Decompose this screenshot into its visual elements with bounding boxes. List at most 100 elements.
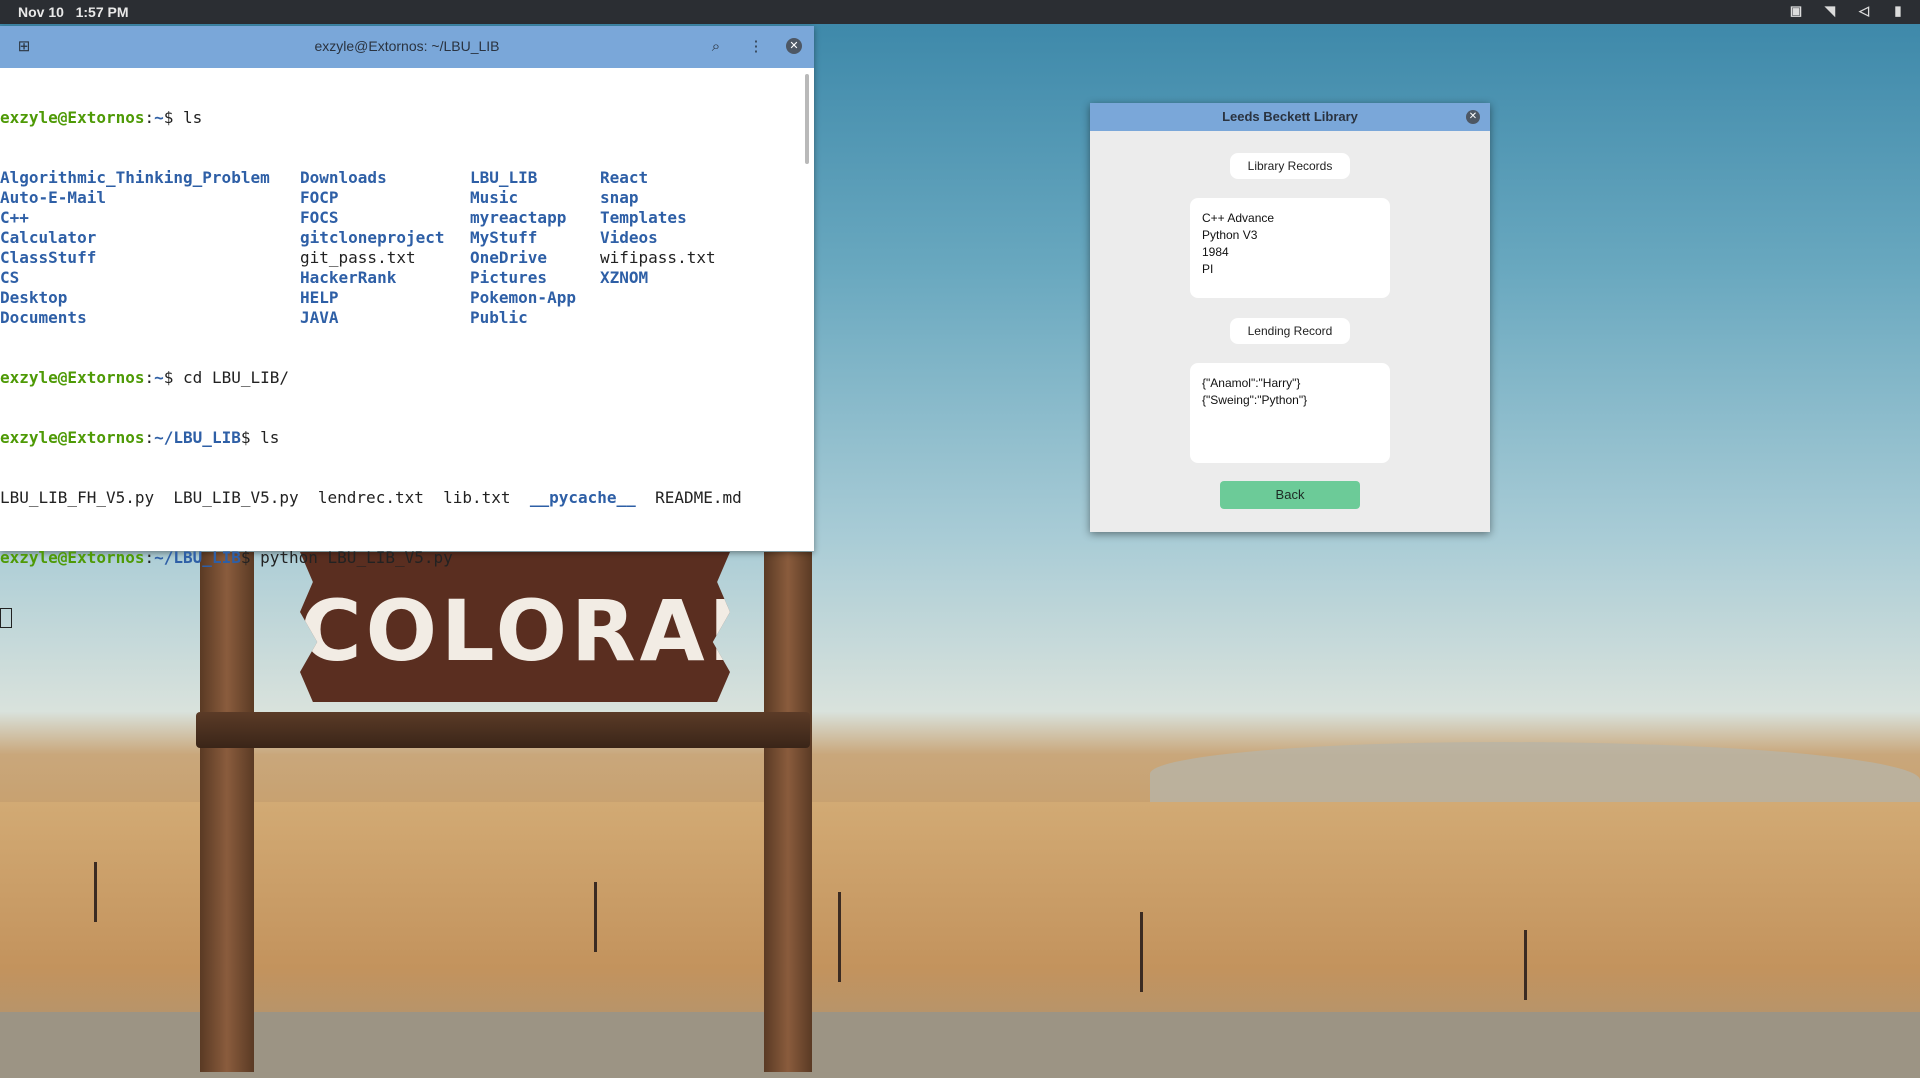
search-icon[interactable]: ⌕ — [704, 35, 728, 59]
directory-entry: XZNOM — [600, 268, 649, 287]
file-entry: git_pass.txt — [300, 248, 416, 267]
fence-post — [594, 882, 597, 952]
command-text: ls — [183, 108, 203, 127]
prompt-path: ~/LBU_LIB — [154, 428, 241, 447]
terminal-cursor-line — [0, 608, 800, 629]
ls-row: Calculator gitcloneproject MyStuff Videos — [0, 228, 800, 248]
library-titlebar[interactable]: Leeds Beckett Library ✕ — [1090, 103, 1490, 131]
directory-entry: Downloads — [300, 168, 387, 187]
ls-row: C++ FOCS myreactapp Templates — [0, 208, 800, 228]
command-text: cd LBU_LIB/ — [183, 368, 290, 387]
terminal-titlebar[interactable]: ⊞ exzyle@Extornos: ~/LBU_LIB ⌕ ⋮ ✕ — [0, 26, 814, 68]
command-text: python LBU_LIB_V5.py — [260, 548, 453, 567]
terminal-output[interactable]: exzyle@Extornos:~$ ls Algorithmic_Thinki… — [0, 68, 800, 628]
wallpaper-gravel — [0, 1012, 1920, 1078]
directory-entry: Pictures — [470, 268, 548, 287]
directory-entry: FOCS — [300, 208, 339, 227]
top-panel: Nov 10 1:57 PM ▣ ◥ ◁ ▮ — [0, 0, 1920, 24]
directory-entry: myreactapp — [470, 208, 567, 227]
directory-entry: FOCP — [300, 188, 339, 207]
ls-row: CS HackerRank Pictures XZNOM — [0, 268, 800, 288]
prompt-user: exzyle@Extornos — [0, 108, 145, 127]
directory-entry: React — [600, 168, 649, 187]
directory-entry: Documents — [0, 308, 87, 327]
battery-icon[interactable]: ▮ — [1890, 2, 1906, 20]
directory-entry: __pycache__ — [529, 488, 636, 507]
back-button[interactable]: Back — [1220, 481, 1360, 509]
terminal-line: exzyle@Extornos:~$ ls — [0, 108, 203, 127]
wifi-icon[interactable]: ◥ — [1822, 2, 1838, 20]
directory-entry: Auto-E-Mail — [0, 188, 106, 207]
file-entry: wifipass.txt — [600, 248, 716, 267]
directory-entry: LBU_LIB — [470, 168, 538, 187]
command-text: ls — [260, 428, 280, 447]
directory-entry: Music — [470, 188, 519, 207]
list-padding — [1190, 198, 1390, 210]
text-cursor — [0, 608, 12, 628]
terminal-window[interactable]: ⊞ exzyle@Extornos: ~/LBU_LIB ⌕ ⋮ ✕ exzyl… — [0, 26, 814, 628]
ls-row: Auto-E-Mail FOCP Music snap — [0, 188, 800, 208]
system-tray: ▣ ◥ ◁ ▮ — [1788, 2, 1906, 20]
terminal-scrollbar[interactable] — [805, 74, 809, 164]
lending-record-label: Lending Record — [1230, 318, 1350, 344]
clock[interactable]: Nov 10 1:57 PM — [18, 4, 129, 20]
directory-entry: Calculator — [0, 228, 97, 247]
prompt-path: ~/LBU_LIB — [154, 548, 241, 567]
prompt-path: ~ — [154, 108, 164, 127]
ls-output: Algorithmic_Thinking_Problem Downloads LBU… — [0, 168, 800, 328]
file-entry: LBU_LIB_V5.py — [173, 488, 299, 507]
library-window[interactable]: Leeds Beckett Library ✕ Library Records … — [1090, 103, 1490, 532]
directory-entry: ClassStuff — [0, 248, 97, 267]
list-padding — [1190, 363, 1390, 375]
record-item[interactable]: Python V3 — [1190, 227, 1390, 244]
ls-row: ClassStuff git_pass.txt OneDrive wifipass.t… — [0, 248, 800, 268]
ls-row: Desktop HELP Pokemon-App — [0, 288, 800, 308]
directory-entry: JAVA — [300, 308, 339, 327]
directory-entry: gitcloneproject — [300, 228, 445, 247]
record-item[interactable]: 1984 — [1190, 244, 1390, 261]
fence-post — [94, 862, 97, 922]
directory-entry: OneDrive — [470, 248, 548, 267]
directory-entry: Pokemon-App — [470, 288, 576, 307]
ls-row: Algorithmic_Thinking_Problem Downloads LBU… — [0, 168, 800, 188]
fence-post — [838, 892, 841, 982]
library-records-listbox[interactable]: C++ Advance Python V3 1984 PI — [1190, 198, 1390, 298]
directory-entry: Videos — [600, 228, 658, 247]
volume-icon[interactable]: ◁ — [1856, 2, 1872, 20]
ls-lib-output: LBU_LIB_FH_V5.py LBU_LIB_V5.py lendrec.t… — [0, 488, 800, 508]
file-entry: lib.txt — [443, 488, 511, 507]
close-icon[interactable]: ✕ — [1466, 110, 1480, 124]
ls-row: Documents JAVA Public — [0, 308, 800, 328]
lending-item[interactable]: {"Anamol":"Harry"} — [1190, 375, 1390, 392]
sign-beam — [196, 712, 810, 748]
library-records-label: Library Records — [1230, 153, 1350, 179]
terminal-line: exzyle@Extornos:~/LBU_LIB$ ls — [0, 428, 280, 447]
file-entry: lendrec.txt — [317, 488, 424, 507]
file-entry: LBU_LIB_FH_V5.py — [0, 488, 155, 507]
library-title: Leeds Beckett Library — [1222, 109, 1358, 124]
record-item[interactable]: PI — [1190, 261, 1390, 278]
record-item[interactable]: C++ Advance — [1190, 210, 1390, 227]
prompt-path: ~ — [154, 368, 164, 387]
fence-post — [1524, 930, 1527, 1000]
file-entry: README.md — [655, 488, 742, 507]
directory-entry: Templates — [600, 208, 687, 227]
directory-entry: HackerRank — [300, 268, 397, 287]
lending-item[interactable]: {"Sweing":"Python"} — [1190, 392, 1390, 409]
close-icon[interactable]: ✕ — [786, 38, 802, 54]
prompt-user: exzyle@Extornos — [0, 548, 145, 567]
directory-entry: HELP — [300, 288, 339, 307]
time-label: 1:57 PM — [75, 4, 129, 20]
terminal-line: exzyle@Extornos:~/LBU_LIB$ python LBU_LI… — [0, 548, 453, 567]
terminal-line: exzyle@Extornos:~$ cd LBU_LIB/ — [0, 368, 290, 387]
directory-entry: snap — [600, 188, 639, 207]
menu-icon[interactable]: ⋮ — [744, 35, 768, 59]
directory-entry: Public — [470, 308, 528, 327]
prompt-user: exzyle@Extornos — [0, 428, 145, 447]
terminal-title: exzyle@Extornos: ~/LBU_LIB — [314, 38, 500, 54]
lending-record-listbox[interactable]: {"Anamol":"Harry"} {"Sweing":"Python"} — [1190, 363, 1390, 463]
directory-entry: Algorithmic_Thinking_Problem — [0, 168, 270, 187]
date-label: Nov 10 — [18, 4, 64, 20]
display-icon[interactable]: ▣ — [1788, 2, 1804, 20]
directory-entry: Desktop — [0, 288, 68, 307]
